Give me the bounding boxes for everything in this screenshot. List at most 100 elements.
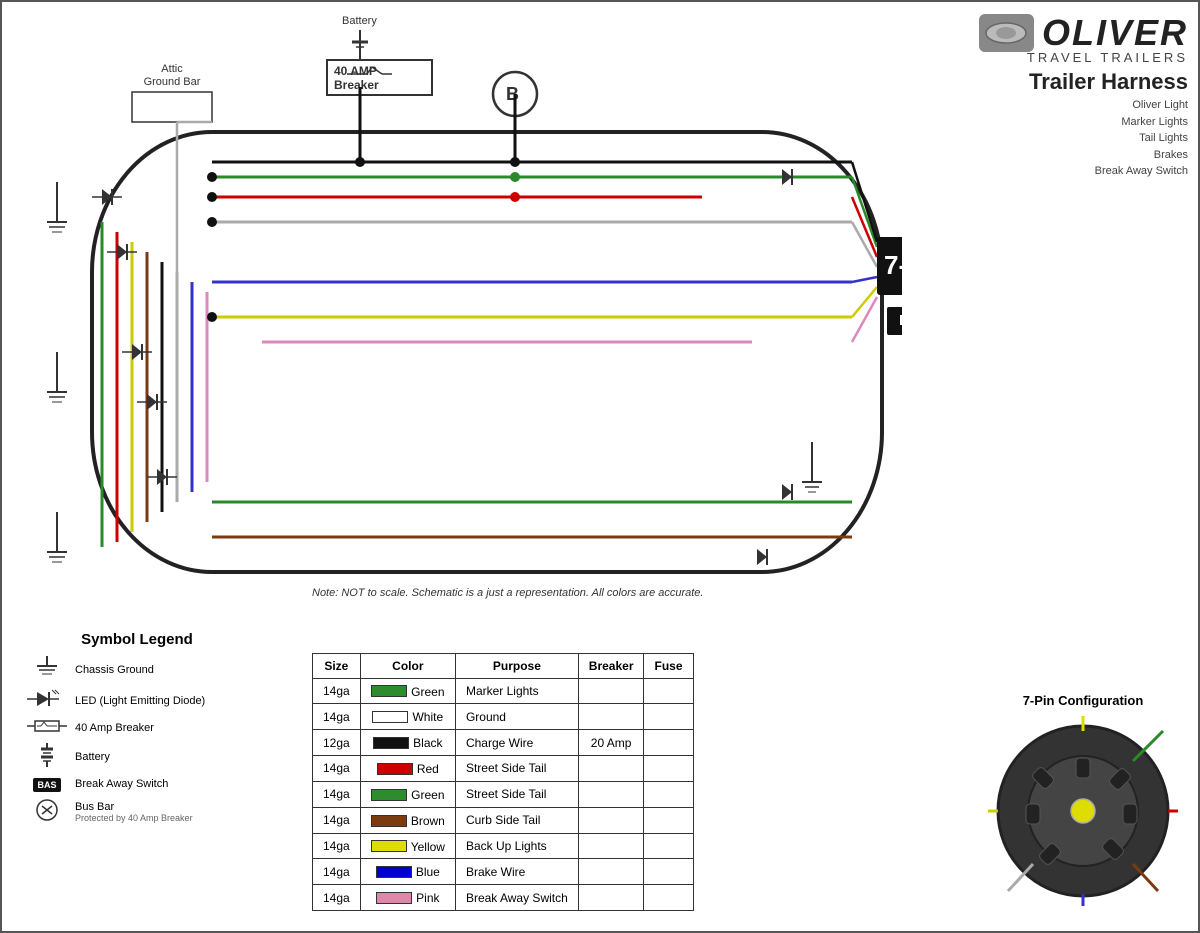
color-name: Red — [417, 762, 439, 776]
amp-breaker-label: 40 Amp Breaker — [75, 722, 154, 734]
cell-color: Green — [360, 781, 455, 807]
cell-breaker — [578, 678, 644, 704]
color-swatch — [376, 866, 412, 878]
led-icon — [27, 689, 67, 712]
table-header-color: Color — [360, 653, 455, 678]
color-swatch — [377, 763, 413, 775]
color-name: Yellow — [411, 839, 445, 853]
cell-size: 14ga — [313, 678, 361, 704]
legend-tail-lights: Tail Lights — [979, 130, 1188, 147]
oliver-logo: OLIVER — [979, 12, 1188, 54]
cell-fuse — [644, 704, 693, 730]
legend-bus-bar: Bus Bar Protected by 40 Amp Breaker — [27, 798, 247, 825]
color-swatch — [373, 737, 409, 749]
cell-breaker — [578, 781, 644, 807]
trailer-harness-title: Trailer Harness — [979, 69, 1188, 95]
svg-text:Breaker: Breaker — [334, 78, 379, 92]
cell-purpose: Street Side Tail — [455, 781, 578, 807]
svg-text:Ground Bar: Ground Bar — [144, 76, 201, 88]
table-row: 14ga Yellow Back Up Lights — [313, 833, 694, 859]
pin-config-title: 7-Pin Configuration — [988, 693, 1178, 708]
led-label: LED (Light Emitting Diode) — [75, 695, 205, 707]
cell-fuse — [644, 730, 693, 756]
cell-breaker: 20 Amp — [578, 730, 644, 756]
legend-oliver-light: Oliver Light — [979, 97, 1188, 114]
cell-color: Black — [360, 730, 455, 756]
svg-text:40 AMP: 40 AMP — [334, 64, 377, 78]
wire-table-body: 14gaGreenMarker Lights14gaWhiteGround12g… — [313, 678, 694, 910]
legend-marker-lights: Marker Lights — [979, 114, 1188, 131]
bus-bar-label-group: Bus Bar Protected by 40 Amp Breaker — [75, 801, 193, 823]
color-name: Black — [413, 736, 442, 750]
cell-size: 12ga — [313, 730, 361, 756]
header: OLIVER TRAVEL TRAILERS Trailer Harness O… — [979, 12, 1188, 180]
color-name: White — [412, 710, 443, 724]
table-row: 14gaBrownCurb Side Tail — [313, 807, 694, 833]
cell-color: White — [360, 704, 455, 730]
pin-config-diagram — [988, 716, 1178, 906]
cell-purpose: Back Up Lights — [455, 833, 578, 859]
table-row: 14ga Green Marker Lights — [313, 678, 694, 704]
battery-label: Battery — [75, 751, 110, 763]
bus-bar-label: Bus Bar — [75, 801, 193, 813]
color-swatch — [371, 815, 407, 827]
cell-breaker — [578, 704, 644, 730]
cell-purpose: Marker Lights — [455, 678, 578, 704]
cell-size: 14ga — [313, 781, 361, 807]
cell-fuse — [644, 859, 693, 885]
svg-text:BAS: BAS — [899, 312, 902, 329]
cell-fuse — [644, 885, 693, 911]
note-text: Note: NOT to scale. Schematic is a just … — [312, 587, 703, 599]
legend-40amp-breaker: 40 Amp Breaker — [27, 718, 247, 737]
legend-bas: BAS Break Away Switch — [27, 776, 247, 792]
cell-size: 14ga — [313, 885, 361, 911]
cell-color: Pink — [360, 885, 455, 911]
table-header-breaker: Breaker — [578, 653, 644, 678]
oliver-brand-text: OLIVER — [1042, 12, 1188, 54]
cell-fuse — [644, 833, 693, 859]
table-header-fuse: Fuse — [644, 653, 693, 678]
battery-icon — [27, 743, 67, 770]
amp-breaker-icon — [27, 718, 67, 737]
oliver-logo-icon — [979, 14, 1034, 52]
table-row: 14gaWhiteGround — [313, 704, 694, 730]
pin-config: 7-Pin Configuration — [988, 693, 1178, 911]
cell-purpose: Break Away Switch — [455, 885, 578, 911]
wiring-diagram: Battery 40 AMP Breaker B Attic Ground Ba… — [2, 2, 902, 612]
cell-color: Blue — [360, 859, 455, 885]
legend-brakes: Brakes — [979, 147, 1188, 164]
cell-size: 14ga — [313, 756, 361, 782]
color-name: Blue — [416, 865, 440, 879]
legend-led: LED (Light Emitting Diode) — [27, 689, 247, 712]
main-container: OLIVER TRAVEL TRAILERS Trailer Harness O… — [0, 0, 1200, 933]
cell-size: 14ga — [313, 833, 361, 859]
cell-breaker — [578, 807, 644, 833]
cell-purpose: Street Side Tail — [455, 756, 578, 782]
cell-fuse — [644, 807, 693, 833]
cell-breaker — [578, 885, 644, 911]
svg-text:Attic: Attic — [161, 63, 183, 75]
table-header-purpose: Purpose — [455, 653, 578, 678]
svg-text:B: B — [506, 84, 519, 104]
chassis-ground-icon — [27, 656, 67, 683]
color-swatch — [371, 685, 407, 697]
cell-fuse — [644, 756, 693, 782]
cell-purpose: Brake Wire — [455, 859, 578, 885]
color-swatch — [372, 711, 408, 723]
svg-text:7-Pin: 7-Pin — [884, 250, 902, 280]
color-name: Green — [411, 684, 444, 698]
color-swatch — [371, 840, 407, 852]
color-swatch — [376, 892, 412, 904]
table-row: 14ga Pink Break Away Switch — [313, 885, 694, 911]
legend-battery: Battery — [27, 743, 247, 770]
cell-size: 14ga — [313, 704, 361, 730]
cell-color: Yellow — [360, 833, 455, 859]
cell-color: Red — [360, 756, 455, 782]
cell-breaker — [578, 859, 644, 885]
bas-icon: BAS — [27, 776, 67, 792]
color-name: Pink — [416, 891, 439, 905]
travel-trailers-text: TRAVEL TRAILERS — [979, 50, 1188, 65]
bas-label: Break Away Switch — [75, 778, 168, 790]
color-swatch — [371, 789, 407, 801]
chassis-ground-label: Chassis Ground — [75, 664, 154, 676]
